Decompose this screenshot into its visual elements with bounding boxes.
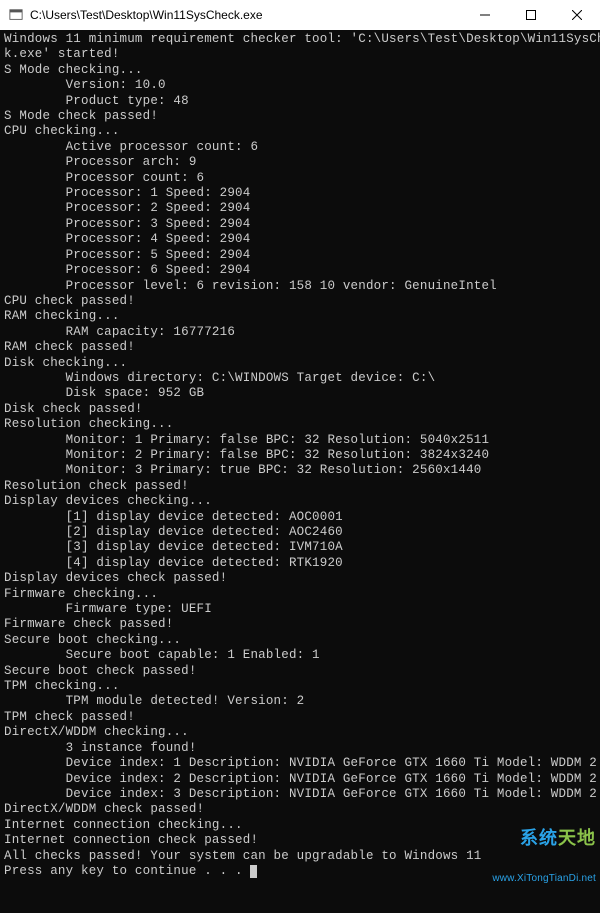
- minimize-button[interactable]: [462, 0, 508, 30]
- titlebar[interactable]: C:\Users\Test\Desktop\Win11SysCheck.exe: [0, 0, 600, 30]
- maximize-button[interactable]: [508, 0, 554, 30]
- close-button[interactable]: [554, 0, 600, 30]
- watermark-brand: 系统天地: [492, 829, 596, 847]
- window-title: C:\Users\Test\Desktop\Win11SysCheck.exe: [30, 8, 462, 22]
- app-icon: [8, 7, 24, 23]
- window-controls: [462, 0, 600, 30]
- watermark-url: www.XiTongTianDi.net: [492, 874, 596, 884]
- watermark: 系统天地 www.XiTongTianDi.net: [492, 804, 596, 909]
- console-output[interactable]: Windows 11 minimum requirement checker t…: [0, 30, 600, 913]
- console-text: Windows 11 minimum requirement checker t…: [4, 32, 600, 878]
- cursor: [250, 865, 257, 878]
